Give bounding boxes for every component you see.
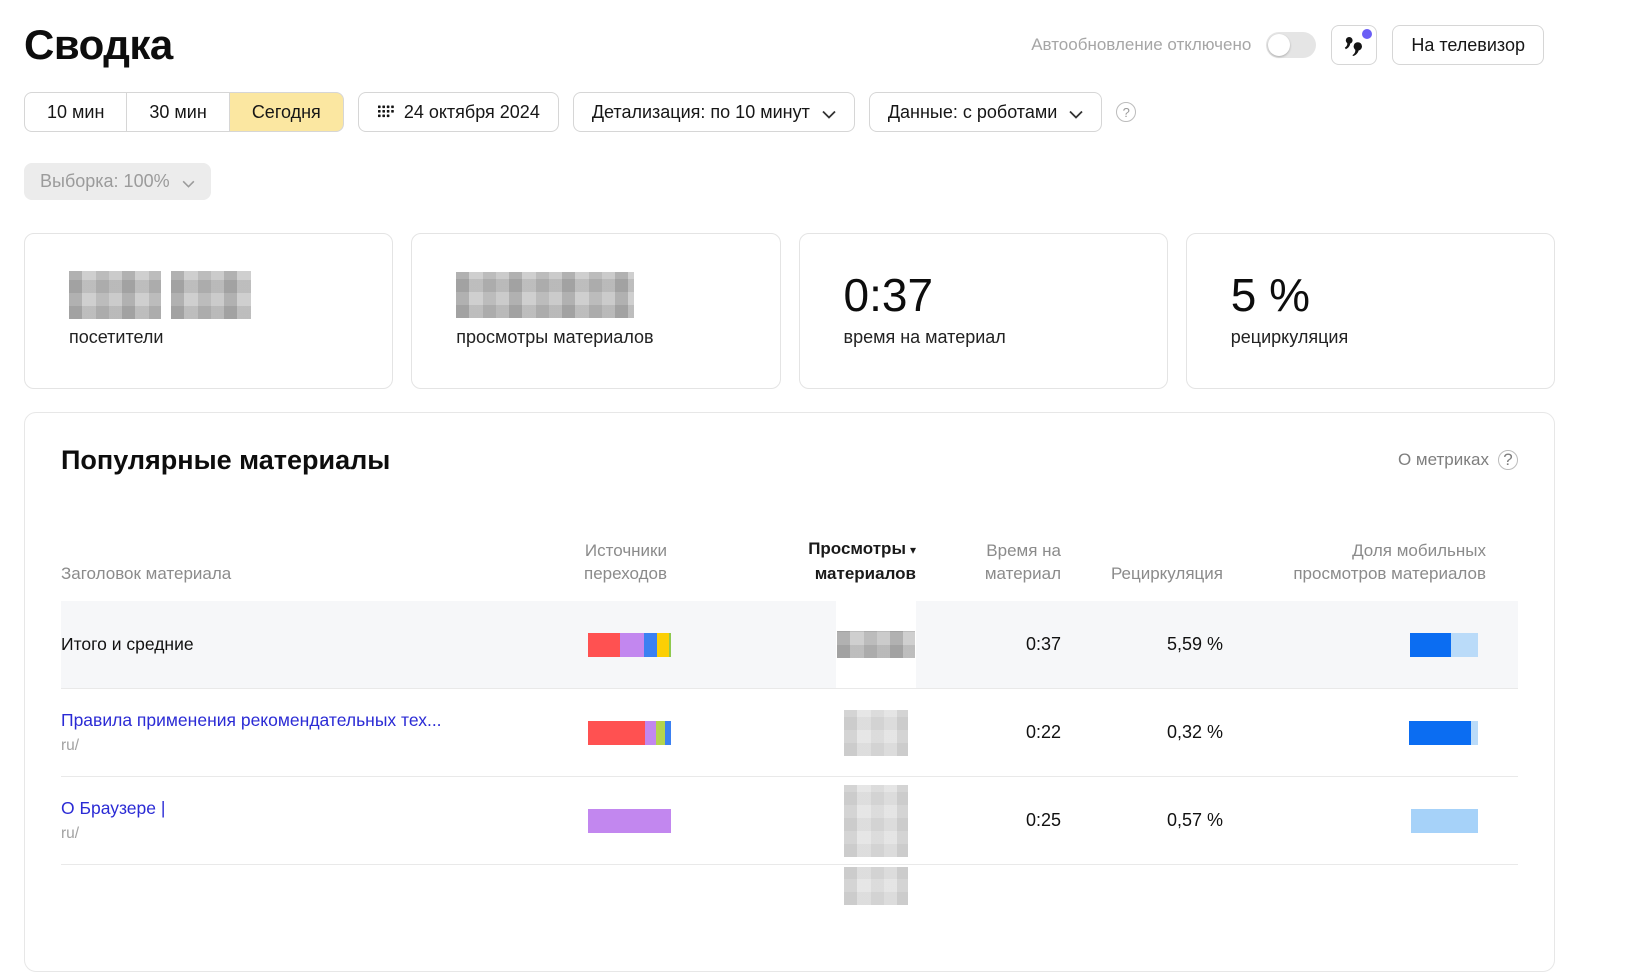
material-title[interactable]: О Браузере | <box>61 798 511 819</box>
recirculation-value: 0,57 % <box>1061 810 1223 831</box>
bar-segment <box>657 633 669 657</box>
bar-segment <box>588 721 645 745</box>
traffic-sources-bar[interactable] <box>588 633 671 657</box>
column-header-title[interactable]: Заголовок материала <box>61 562 511 601</box>
chevron-down-icon <box>182 172 195 193</box>
views-value-blurred <box>836 777 916 864</box>
metric-value: 0:37 <box>844 270 1167 320</box>
metric-card: просмотры материалов <box>411 233 780 389</box>
column-header-recirculation[interactable]: Рециркуляция <box>1061 562 1223 601</box>
about-metrics-link[interactable]: О метриках ? <box>1398 450 1518 470</box>
detalization-label: Детализация: по 10 минут <box>592 102 810 123</box>
metric-label: просмотры материалов <box>456 327 779 348</box>
bar-segment <box>1410 633 1451 657</box>
data-mode-label: Данные: с роботами <box>888 102 1057 123</box>
traffic-sources-bar[interactable] <box>588 809 671 833</box>
help-icon[interactable]: ? <box>1116 102 1136 122</box>
data-mode-dropdown[interactable]: Данные: с роботами <box>869 92 1102 132</box>
popular-table-body: Итого и средние 0:37 5,59 % Правила прим… <box>61 601 1518 864</box>
bar-segment <box>1411 809 1478 833</box>
time-on-material-value: 0:25 <box>916 810 1061 831</box>
time-on-material-value: 0:37 <box>916 634 1061 655</box>
about-metrics-label: О метриках <box>1398 450 1489 470</box>
page-header: Сводка Автообновление отключено На телев… <box>24 14 1555 76</box>
material-url: ru/ <box>61 737 511 755</box>
calendar-icon <box>377 105 394 120</box>
views-value-blurred <box>836 689 916 776</box>
views-value-blurred <box>836 601 916 688</box>
sampling-label: Выборка: 100% <box>40 171 170 192</box>
table-row: О Браузере | ru/ 0:25 0,57 % <box>61 776 1518 864</box>
range-option-10-мин[interactable]: 10 мин <box>24 92 127 132</box>
section-title: Популярные материалы <box>61 445 390 476</box>
column-header-sources[interactable]: Источники переходов <box>511 539 671 601</box>
blurred-value <box>69 271 161 319</box>
column-header-mobile-share[interactable]: Доля мобильных просмотров материалов <box>1223 539 1518 601</box>
metric-value <box>69 270 392 320</box>
metric-value <box>456 270 779 320</box>
bar-segment <box>1471 721 1478 745</box>
blurred-value <box>844 867 908 905</box>
autorefresh-toggle[interactable] <box>1266 32 1316 58</box>
traffic-sources-bar[interactable] <box>588 721 671 745</box>
tv-button[interactable]: На телевизор <box>1392 25 1544 65</box>
blurred-value <box>171 271 251 319</box>
metric-card: посетители <box>24 233 393 389</box>
bar-segment <box>620 633 644 657</box>
table-row: Правила применения рекомендательных тех.… <box>61 688 1518 776</box>
popular-materials-section: Популярные материалы О метриках ? Заголо… <box>24 412 1555 972</box>
chevron-down-icon <box>822 103 836 124</box>
bar-segment <box>1451 633 1478 657</box>
metric-card: 0:37 время на материал <box>799 233 1168 389</box>
help-icon: ? <box>1498 450 1518 470</box>
toggle-knob <box>1268 34 1290 56</box>
blurred-value <box>844 710 908 756</box>
notification-dot <box>1362 29 1372 39</box>
material-url: ru/ <box>61 825 511 843</box>
sampling-row: Выборка: 100% <box>24 163 1555 200</box>
recirculation-value: 0,32 % <box>1061 722 1223 743</box>
material-title[interactable]: Правила применения рекомендательных тех.… <box>61 710 511 731</box>
table-row-partial <box>61 864 1518 905</box>
table-row: Итого и средние 0:37 5,59 % <box>61 601 1518 688</box>
column-header-views-sorted[interactable]: Просмотры▾материалов <box>671 537 916 601</box>
chat-button[interactable] <box>1331 25 1377 65</box>
bar-segment <box>588 809 671 833</box>
bar-segment <box>644 633 657 657</box>
date-label: 24 октября 2024 <box>404 102 540 123</box>
bar-segment <box>1409 721 1471 745</box>
chevron-down-icon <box>1069 103 1083 124</box>
time-on-material-value: 0:22 <box>916 722 1061 743</box>
page-title: Сводка <box>24 21 173 69</box>
material-title: Итого и средние <box>61 634 511 655</box>
recirculation-value: 5,59 % <box>1061 634 1223 655</box>
filter-bar: 10 мин30 минСегодня 24 октября 2024 Дета… <box>24 92 1555 132</box>
blurred-value <box>844 785 908 857</box>
header-actions: Автообновление отключено На телевизор <box>1031 25 1555 65</box>
blurred-value <box>456 272 634 318</box>
sampling-dropdown[interactable]: Выборка: 100% <box>24 163 211 200</box>
autorefresh-label: Автообновление отключено <box>1031 35 1251 55</box>
popular-table-header: Заголовок материала Источники переходов … <box>61 477 1518 601</box>
detalization-dropdown[interactable]: Детализация: по 10 минут <box>573 92 855 132</box>
bar-segment <box>588 633 620 657</box>
bar-segment <box>656 721 664 745</box>
mobile-share-bar[interactable] <box>1410 633 1478 657</box>
column-header-time[interactable]: Время на материал <box>916 539 1061 601</box>
metric-label: рециркуляция <box>1231 327 1554 348</box>
page: Сводка Автообновление отключено На телев… <box>0 0 1555 972</box>
mobile-share-bar[interactable] <box>1409 721 1478 745</box>
date-picker-button[interactable]: 24 октября 2024 <box>358 92 559 132</box>
metric-label: посетители <box>69 327 392 348</box>
metric-label: время на материал <box>844 327 1167 348</box>
metric-value: 5 % <box>1231 270 1554 320</box>
metric-card: 5 % рециркуляция <box>1186 233 1555 389</box>
time-range-group: 10 мин30 минСегодня <box>24 92 344 132</box>
range-option-Сегодня[interactable]: Сегодня <box>229 92 344 132</box>
bar-segment <box>645 721 656 745</box>
blurred-value <box>837 631 915 658</box>
mobile-share-bar[interactable] <box>1411 809 1478 833</box>
range-option-30-мин[interactable]: 30 мин <box>126 92 229 132</box>
summary-cards: посетители просмотры материалов 0:37 вре… <box>24 233 1555 389</box>
